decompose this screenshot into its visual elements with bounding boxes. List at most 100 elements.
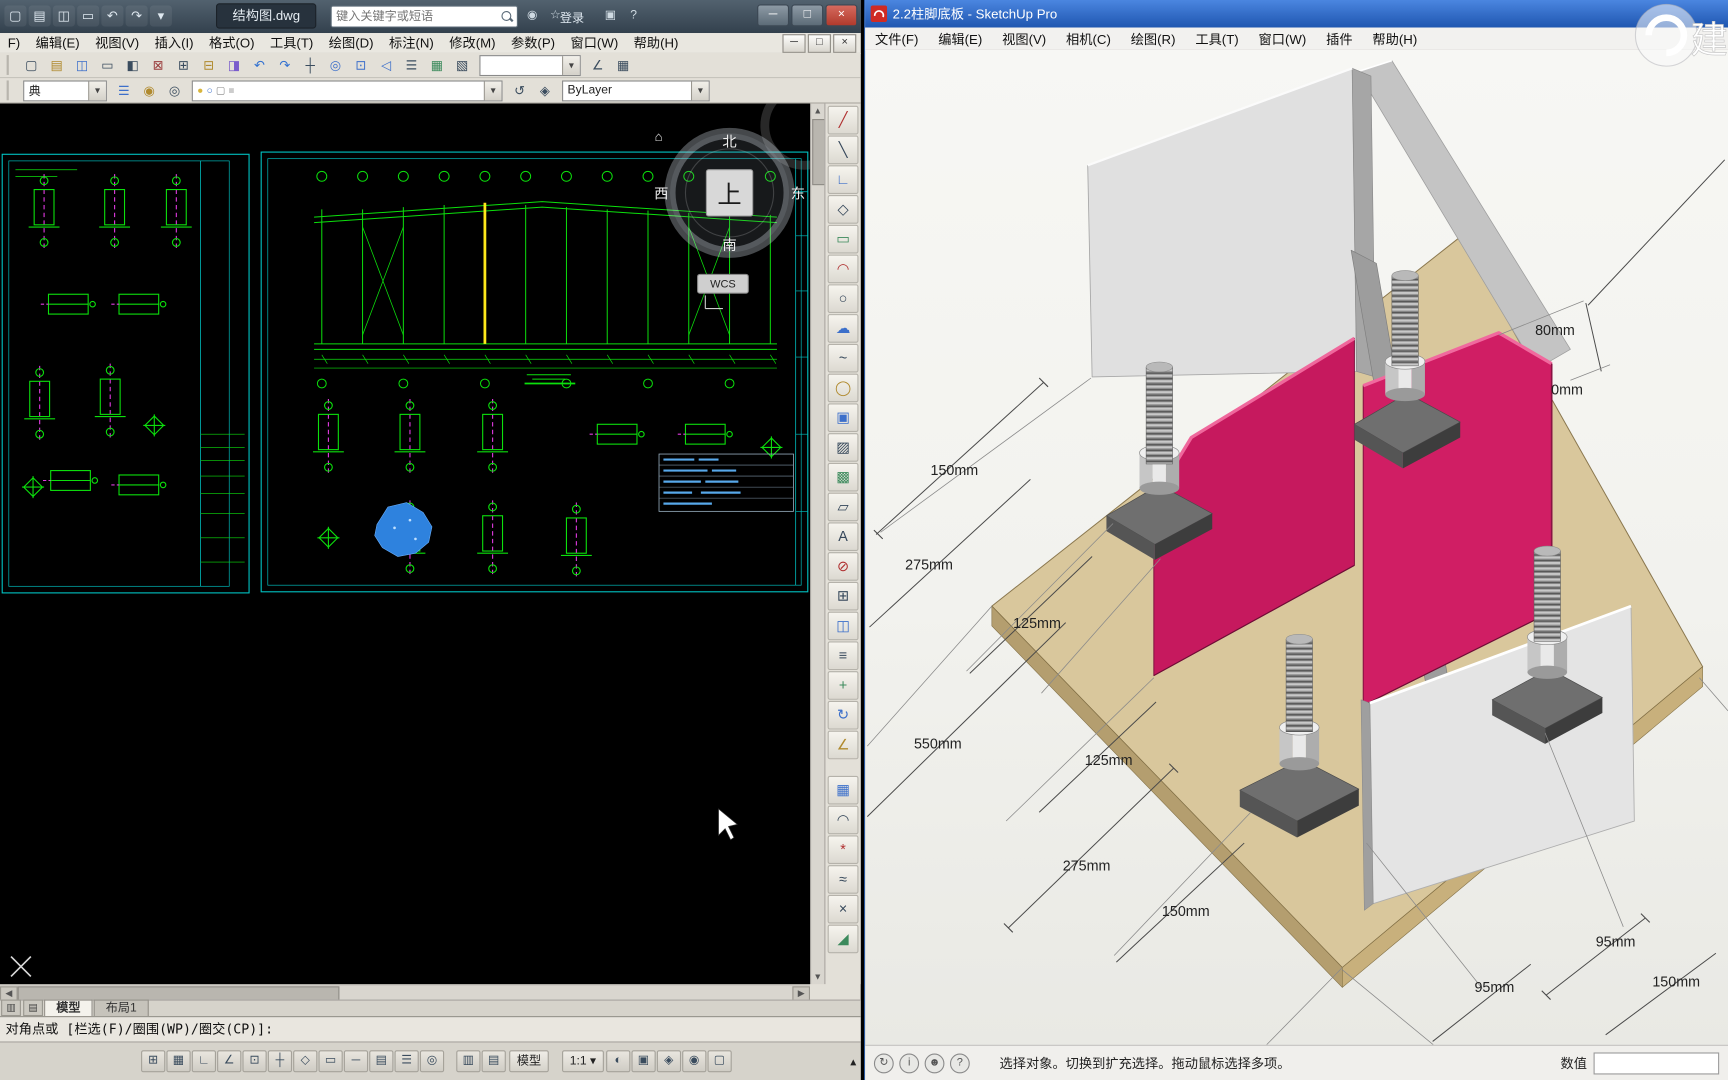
command-line[interactable]: 对角点或 [栏选(F)/圈围(WP)/圈交(CP)]: <box>0 1016 861 1041</box>
annotation-visibility-icon[interactable]: ◐ <box>606 1050 630 1072</box>
menu-item[interactable]: 窗口(W) <box>1249 29 1317 48</box>
quickview-layouts-icon[interactable]: ▥ <box>456 1050 480 1072</box>
explode-tool-icon[interactable]: * <box>828 835 859 864</box>
save-icon[interactable]: ◫ <box>69 53 94 76</box>
qat-dropdown-icon[interactable]: ▾ <box>150 6 172 27</box>
menu-item[interactable]: 修改(M) <box>442 33 504 53</box>
menu-item[interactable]: 编辑(E) <box>28 33 88 53</box>
polyline-tool-icon[interactable]: ∟ <box>828 165 859 194</box>
otrack-toggle[interactable]: ┼ <box>268 1050 292 1072</box>
array-tool-icon[interactable]: ▦ <box>828 776 859 805</box>
join-tool-icon[interactable]: ≈ <box>828 865 859 894</box>
tab-model[interactable]: 模型 <box>44 1000 92 1017</box>
layer-on-icon[interactable]: ● <box>197 84 203 96</box>
qp-toggle[interactable]: ☰ <box>395 1050 419 1072</box>
menu-item[interactable]: 绘图(D) <box>321 33 381 53</box>
zoom-window-icon[interactable]: ⊡ <box>348 53 373 76</box>
grid-toggle[interactable]: ▦ <box>166 1050 190 1072</box>
scroll-right-icon[interactable]: ▶ <box>792 986 810 1000</box>
ortho-toggle[interactable]: ∟ <box>192 1050 216 1072</box>
search-icon[interactable] <box>499 9 514 24</box>
styles-combo[interactable]: ▾ <box>479 55 580 76</box>
save-icon[interactable]: ◫ <box>53 6 75 27</box>
pan-icon[interactable]: ┼ <box>298 53 323 76</box>
menu-item[interactable]: 工具(T) <box>1185 29 1248 48</box>
menu-item[interactable]: 插件 <box>1316 29 1362 48</box>
rotate-tool-icon[interactable]: ↻ <box>828 701 859 730</box>
text-tool-icon[interactable]: A <box>828 522 859 551</box>
zoom-previous-icon[interactable]: ◁ <box>374 53 399 76</box>
drawing-canvas[interactable]: WCS 上 北 西 东 南 ⌂ <box>0 104 810 985</box>
paste-icon[interactable]: ⊟ <box>196 53 221 76</box>
menu-item[interactable]: 帮助(H) <box>626 33 686 53</box>
scroll-down-icon[interactable]: ▼ <box>811 970 824 984</box>
signin-label[interactable]: 登录 <box>560 9 584 27</box>
lwt-toggle[interactable]: ─ <box>344 1050 368 1072</box>
menu-item[interactable]: 参数(P) <box>503 33 563 53</box>
tab-nav-first-icon[interactable]: ▥ <box>1 1000 21 1017</box>
offset-tool-icon[interactable]: ≡ <box>828 641 859 670</box>
copy-obj-tool-icon[interactable]: ⊞ <box>828 582 859 611</box>
menu-item[interactable]: 文件(F) <box>865 29 928 48</box>
tray-expand-icon[interactable]: ▴ <box>850 1054 856 1068</box>
gradient-tool-icon[interactable]: ▩ <box>828 463 859 492</box>
snap-toggle[interactable]: ⊞ <box>141 1050 165 1072</box>
matchprop-icon[interactable]: ◨ <box>222 53 247 76</box>
compass-west[interactable]: 西 <box>654 186 668 202</box>
hscroll-thumb[interactable] <box>18 986 340 1000</box>
compass-north[interactable]: 北 <box>722 134 736 151</box>
toolbar-grip[interactable] <box>7 55 15 75</box>
arc-tool-icon[interactable]: ◠ <box>828 255 859 284</box>
color-combo[interactable]: ByLayer ▾ <box>562 80 710 101</box>
comm-center-icon[interactable]: ◉ <box>522 7 542 26</box>
chevron-down-icon[interactable]: ▾ <box>484 81 502 100</box>
new-icon[interactable]: ▢ <box>4 6 26 27</box>
model-space-button[interactable]: 模型 <box>509 1050 549 1072</box>
layer-match-icon[interactable]: ◈ <box>532 79 557 102</box>
erase-tool-icon[interactable]: ⊘ <box>828 552 859 581</box>
spline-tool-icon[interactable]: ~ <box>828 344 859 373</box>
layer-lock-icon[interactable]: ▢ <box>216 84 225 96</box>
redo-icon[interactable]: ↷ <box>272 53 297 76</box>
document-tab[interactable]: 结构图.dwg <box>216 3 317 28</box>
chevron-down-icon[interactable]: ▾ <box>562 56 580 75</box>
home-icon[interactable]: ⌂ <box>655 129 663 144</box>
scroll-up-icon[interactable]: ▲ <box>811 104 824 118</box>
compass-south[interactable]: 南 <box>722 237 736 254</box>
ellipse-tool-icon[interactable]: ◯ <box>828 374 859 403</box>
fillet-tool-icon[interactable]: ◠ <box>828 806 859 835</box>
close-button[interactable]: × <box>825 4 857 26</box>
autoscale-icon[interactable]: ▣ <box>631 1050 655 1072</box>
sc-toggle[interactable]: ◎ <box>420 1050 444 1072</box>
plot-icon[interactable]: ▭ <box>77 6 99 27</box>
copy-icon[interactable]: ⊞ <box>171 53 196 76</box>
scroll-left-icon[interactable]: ◀ <box>0 986 18 1000</box>
revcloud-tool-icon[interactable]: ☁ <box>828 314 859 343</box>
mirror-tool-icon[interactable]: ◫ <box>828 612 859 641</box>
break-tool-icon[interactable]: × <box>828 895 859 924</box>
layer-freeze-icon[interactable]: ○ <box>207 84 213 96</box>
plot-icon[interactable]: ▭ <box>95 53 120 76</box>
menu-item[interactable]: 视图(V) <box>992 29 1056 48</box>
boundary-tool-icon[interactable]: ▱ <box>828 493 859 522</box>
undo-icon[interactable]: ↶ <box>247 53 272 76</box>
insert-block-icon[interactable]: ▣ <box>828 403 859 432</box>
canvas-hscrollbar[interactable]: ◀ ▶ <box>0 984 810 999</box>
layer-color-icon[interactable]: ■ <box>229 84 235 96</box>
line-tool-icon[interactable]: ╱ <box>828 106 859 135</box>
compass-east[interactable]: 东 <box>791 185 805 202</box>
xline-tool-icon[interactable]: ╲ <box>828 136 859 165</box>
search-input[interactable] <box>332 10 500 23</box>
menu-item[interactable]: 帮助(H) <box>1363 29 1428 48</box>
move-tool-icon[interactable]: + <box>828 671 859 700</box>
menu-item[interactable]: F) <box>0 33 28 53</box>
menu-item[interactable]: 编辑(E) <box>928 29 992 48</box>
quickview-drawings-icon[interactable]: ▤ <box>482 1050 506 1072</box>
ducs-toggle[interactable]: ◇ <box>293 1050 317 1072</box>
menu-item[interactable]: 工具(T) <box>262 33 321 53</box>
hatch-tool-icon[interactable]: ▨ <box>828 433 859 462</box>
layer-isolate-icon[interactable]: ◎ <box>162 79 187 102</box>
properties-icon[interactable]: ☰ <box>399 53 424 76</box>
minimize-button[interactable]: ─ <box>757 4 789 26</box>
osnap-toggle[interactable]: ⊡ <box>242 1050 266 1072</box>
